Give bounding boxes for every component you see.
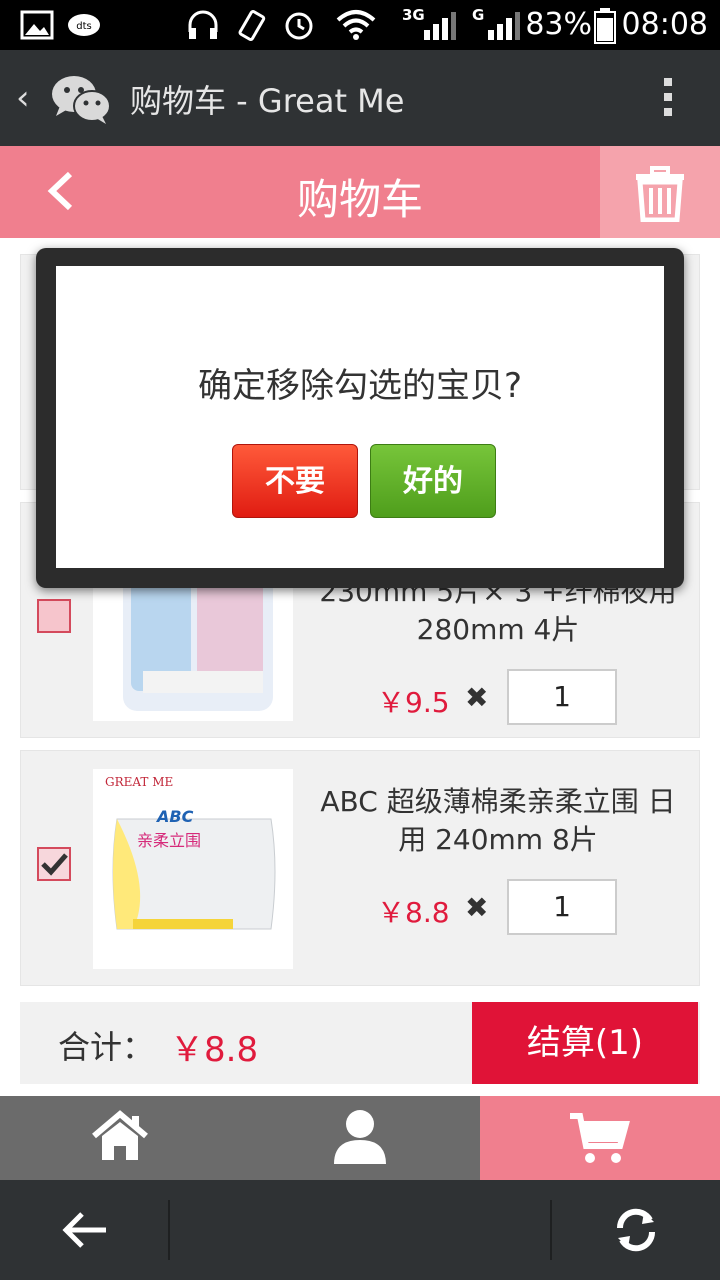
page-header: 购物车 <box>0 146 720 238</box>
item-price: ￥8.8 <box>377 896 450 929</box>
dts-icon: dts <box>68 14 100 36</box>
multiply-icon: ✖ <box>465 681 489 714</box>
product-package-image <box>112 818 276 930</box>
wechat-title-bar: ‹ 购物车 - Great Me <box>0 50 720 146</box>
confirm-button[interactable]: 好的 <box>370 444 496 518</box>
alarm-icon <box>285 12 313 40</box>
nav-user[interactable] <box>240 1096 480 1180</box>
wifi-icon <box>336 10 376 40</box>
item-checkbox[interactable] <box>37 599 71 633</box>
checkmark-icon <box>41 853 68 876</box>
quantity-input[interactable]: 1 <box>507 879 617 935</box>
more-options-icon[interactable] <box>664 78 674 123</box>
refresh-icon[interactable] <box>612 1206 660 1254</box>
signal-icon-2 <box>488 12 520 40</box>
nav-home[interactable] <box>0 1096 240 1180</box>
battery-percent: 83% <box>525 7 592 42</box>
quantity-input[interactable]: 1 <box>507 669 617 725</box>
total-bar: 合计： ￥8.8 结算(1) <box>20 1002 700 1084</box>
headphones-icon <box>188 10 218 39</box>
item-title: ABC 超级薄棉柔亲柔立围 日用 240mm 8片 <box>320 785 676 856</box>
status-bar: dts 3G G 83% 08:08 <box>0 0 720 50</box>
product-image[interactable]: GREAT ME ABC 亲柔立围 <box>93 769 293 969</box>
trash-icon <box>636 166 684 222</box>
wechat-logo-icon <box>52 76 111 124</box>
vibrate-icon <box>238 9 266 42</box>
svg-text:dts: dts <box>76 21 91 32</box>
cart-icon <box>570 1113 630 1163</box>
user-icon <box>334 1110 386 1164</box>
dialog-message: 确定移除勾选的宝贝? <box>197 366 523 406</box>
network-g-label: G <box>472 6 485 24</box>
back-arrow-icon[interactable] <box>60 1208 110 1252</box>
total-value: ￥8.8 <box>170 1030 259 1070</box>
image-icon <box>20 10 54 40</box>
battery-icon <box>594 8 616 44</box>
total-label: 合计： <box>58 1028 155 1066</box>
dialog-body: 确定移除勾选的宝贝? 不要 好的 <box>56 266 664 568</box>
back-chevron-icon[interactable]: ‹ <box>16 78 30 118</box>
cancel-button[interactable]: 不要 <box>232 444 358 518</box>
bottom-nav <box>0 1096 720 1180</box>
nav-cart[interactable] <box>480 1096 720 1180</box>
cart-item: GREAT ME ABC 亲柔立围 ABC 超级薄棉柔亲柔立围 日用 240mm… <box>20 750 700 986</box>
multiply-icon: ✖ <box>465 891 489 924</box>
home-icon <box>92 1110 148 1160</box>
item-checkbox-checked[interactable] <box>37 847 71 881</box>
item-price: ￥9.5 <box>377 686 450 719</box>
product-package-name: 亲柔立围 <box>137 831 202 850</box>
divider <box>550 1200 552 1260</box>
wechat-page-title: 购物车 - Great Me <box>130 82 405 120</box>
clock: 08:08 <box>621 7 708 42</box>
system-nav-bar <box>0 1180 720 1280</box>
product-package-brand: ABC <box>157 807 194 826</box>
divider <box>168 1200 170 1260</box>
delete-button[interactable] <box>600 146 720 238</box>
product-brand-label: GREAT ME <box>105 775 174 789</box>
checkout-button[interactable]: 结算(1) <box>472 1002 698 1084</box>
signal-icon <box>424 12 456 40</box>
confirm-dialog: 确定移除勾选的宝贝? 不要 好的 <box>36 248 684 588</box>
